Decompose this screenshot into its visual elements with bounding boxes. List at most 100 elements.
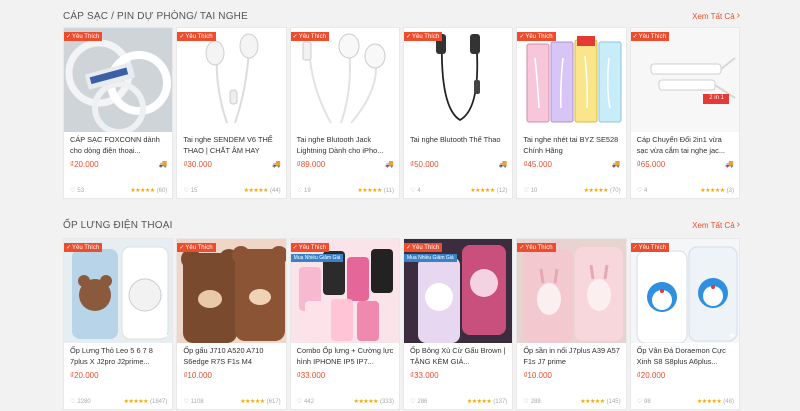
- like-button[interactable]: ♡ 15: [183, 187, 198, 195]
- like-button[interactable]: ♡ 2280: [70, 398, 91, 406]
- like-button[interactable]: ♡ 53: [70, 187, 84, 195]
- meta-row: ♡ 2280 ★★★★★ (1847): [70, 398, 167, 406]
- like-button[interactable]: ♡ 19: [297, 187, 311, 195]
- heart-icon: ♡: [183, 188, 189, 194]
- price-row: ₫20.000 🚚: [64, 158, 172, 170]
- favorite-badge: ✓ Yêu Thích: [290, 32, 329, 41]
- price-row: ₫33.000: [291, 369, 399, 381]
- like-button[interactable]: ♡ 98: [636, 398, 651, 406]
- product-price: ₫10.000: [183, 370, 212, 380]
- like-button[interactable]: ♡ 288: [523, 398, 540, 406]
- check-icon: ✓: [292, 245, 298, 251]
- favorite-badge: ✓ Yêu Thích: [630, 243, 669, 252]
- product-name: Tai nghe SENDEM V6 THỂ THAO | CHẤT ÂM HA…: [183, 135, 273, 155]
- check-icon: ✓: [632, 245, 638, 251]
- product-image: [64, 28, 173, 132]
- rating-count: (3): [726, 187, 734, 194]
- meta-row: ♡ 53 ★★★★★ (60): [70, 187, 167, 195]
- product-image: [290, 28, 399, 132]
- favorite-badge: ✓ Yêu Thích: [64, 243, 103, 252]
- product-card[interactable]: ✓ Yêu Thích Mua Nhiều Giảm Giá Combo Ốp l…: [289, 238, 400, 410]
- like-button[interactable]: ♡ 442: [296, 398, 315, 406]
- like-button[interactable]: ♡ 4: [410, 187, 421, 195]
- product-image: [517, 239, 626, 343]
- like-count: 442: [304, 398, 315, 405]
- star-rating-icon: ★★★★★: [583, 188, 609, 194]
- product-name: Tai nghe nhét tai BYZ SE528 Chính Hãng: [523, 135, 619, 155]
- product-image: 2 in 1: [630, 28, 739, 132]
- product-name: Ốp Vân Đá Doraemon Cực Xinh S8 S8plus A6…: [636, 346, 726, 366]
- product-price: ₫30.000: [183, 159, 212, 169]
- free-shipping-icon: 🚚: [271, 161, 281, 168]
- heart-icon: ♡: [636, 188, 643, 194]
- rating: ★★★★★ (12): [470, 187, 507, 195]
- rating: ★★★★★ (617): [240, 398, 280, 406]
- like-count: 15: [190, 187, 198, 194]
- heart-icon: ♡: [523, 399, 529, 405]
- like-button[interactable]: ♡ 10: [523, 187, 537, 195]
- free-shipping-icon: 🚚: [158, 161, 168, 168]
- price-row: ₫30.000 🚚: [177, 158, 285, 170]
- rating: ★★★★★ (44): [243, 187, 281, 195]
- favorite-badge: ✓ Yêu Thích: [177, 32, 216, 41]
- meta-row: ♡ 10 ★★★★★ (70): [523, 187, 620, 195]
- check-icon: ✓: [519, 34, 525, 40]
- like-button[interactable]: ♡ 4: [636, 187, 648, 195]
- favorite-badge-label: Yêu Thích: [412, 33, 440, 40]
- product-name: Combo Ốp lưng + Cường lực hình IPHONE IP…: [296, 346, 394, 366]
- bulk-discount-badge: Mua Nhiều Giảm Giá: [403, 254, 457, 262]
- heart-icon: ♡: [636, 399, 643, 405]
- heart-icon: ♡: [296, 399, 303, 405]
- favorite-badge: ✓ Yêu Thích: [64, 32, 103, 41]
- rating: ★★★★★ (145): [580, 398, 620, 406]
- like-button[interactable]: ♡ 286: [410, 398, 427, 406]
- favorite-badge: ✓ Yêu Thích: [517, 243, 556, 252]
- star-rating-icon: ★★★★★: [240, 399, 265, 405]
- product-price: ₫89.000: [296, 159, 326, 169]
- star-rating-icon: ★★★★★: [580, 399, 605, 405]
- product-card[interactable]: ✓ Yêu Thích ▶ Ốp Vân Đá Doraemon Cực Xinh…: [629, 238, 740, 410]
- price-row: ₫10.000: [177, 369, 285, 381]
- favorite-badge: ✓ Yêu Thích: [630, 32, 669, 41]
- favorite-badge: ✓ Yêu Thích: [177, 243, 216, 252]
- favorite-badge-label: Yêu Thích: [72, 244, 100, 251]
- heart-icon: ♡: [183, 399, 189, 405]
- rating: ★★★★★ (60): [130, 187, 167, 195]
- product-image: [403, 28, 513, 132]
- product-card[interactable]: ✓ Yêu Thích Tai nghe nhét tai BYZ SE528 C…: [516, 27, 627, 199]
- check-icon: ✓: [632, 34, 638, 40]
- product-card[interactable]: 2 in 1 ✓ Yêu Thích Cáp Chuyển Đổi 2in1 vừ…: [629, 27, 740, 199]
- rating-count: (137): [493, 398, 508, 405]
- product-image: [177, 28, 286, 132]
- product-card[interactable]: ✓ Yêu Thích Ốp sần in nổi J7plus A39 A57 …: [516, 238, 627, 410]
- rating-count: (48): [723, 398, 734, 405]
- star-rating-icon: ★★★★★: [357, 188, 382, 194]
- like-button[interactable]: ♡ 1108: [183, 398, 204, 406]
- product-card[interactable]: ✓ Yêu Thích Tai nghe SENDEM V6 THỂ THAO |…: [176, 27, 287, 199]
- product-price: ₫33.000: [296, 370, 326, 380]
- favorite-badge-label: Yêu Thích: [298, 244, 326, 251]
- product-image: [517, 28, 626, 132]
- see-all-link[interactable]: Xem Tất Cả ›: [692, 220, 740, 230]
- product-card[interactable]: ✓ Yêu Thích ▶ Ốp Lưng Thỏ Leo 5 6 7 8 7pl…: [63, 238, 174, 410]
- rating: ★★★★★ (333): [354, 398, 394, 406]
- see-all-label: Xem Tất Cả: [692, 220, 735, 230]
- product-card[interactable]: ✓ Yêu Thích Ốp gấu J710 A520 A710 S6edge …: [176, 238, 287, 410]
- favorite-badge-label: Yêu Thích: [185, 244, 213, 251]
- product-price: ₫45.000: [523, 159, 552, 169]
- price-row: ₫50.000 🚚: [404, 158, 512, 170]
- favorite-badge-label: Yêu Thích: [185, 33, 213, 40]
- price-row: ₫20.000: [64, 369, 172, 381]
- check-icon: ✓: [292, 34, 298, 40]
- product-card[interactable]: ✓ Yêu Thích Tai nghe Blutooth Jack Lightn…: [289, 27, 400, 199]
- product-price: ₫20.000: [70, 370, 99, 380]
- product-card[interactable]: ✓ Yêu Thích Mua Nhiều Giảm Giá Ốp Bông Xù…: [402, 238, 514, 410]
- star-rating-icon: ★★★★★: [243, 188, 269, 194]
- product-card[interactable]: ✓ Yêu Thích CÁP SẠC FOXCONN dành cho dòng…: [63, 27, 174, 199]
- product-card[interactable]: ✓ Yêu Thích Tai nghe Blutooth Thể Thao ₫5…: [402, 27, 514, 199]
- like-count: 1108: [190, 398, 204, 405]
- star-rating-icon: ★★★★★: [700, 188, 725, 194]
- see-all-link[interactable]: Xem Tất Cả ›: [692, 11, 740, 21]
- price-row: ₫10.000: [517, 369, 625, 381]
- star-rating-icon: ★★★★★: [696, 399, 722, 405]
